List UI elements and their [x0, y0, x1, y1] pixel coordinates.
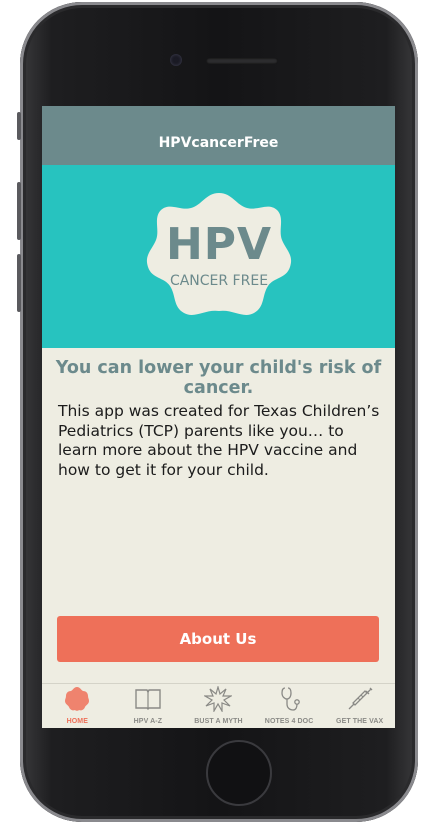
tab-get-the-vax[interactable]: GET THE VAX [324, 684, 395, 728]
volume-down-button [17, 254, 21, 312]
tab-label-notes-4-doc: NOTES 4 DOC [264, 718, 314, 725]
tab-label-bust-a-myth: BUST A MYTH [194, 718, 243, 725]
flower-icon [63, 686, 91, 712]
stethoscope-icon [275, 686, 303, 712]
headline: You can lower your child's risk of cance… [55, 358, 382, 398]
tab-notes-4-doc[interactable]: NOTES 4 DOC [254, 684, 325, 728]
intro-paragraph: This app was created for Texas Children’… [58, 402, 380, 479]
nav-bar: HPVcancerFree [42, 106, 395, 165]
nav-title: HPVcancerFree [158, 134, 279, 151]
tab-label-hpv-a-z: HPV A-Z [133, 718, 163, 725]
mute-switch [17, 112, 21, 140]
burst-icon [204, 686, 233, 712]
book-icon [134, 686, 162, 712]
hpv-logo: HPV CANCER FREE [144, 189, 294, 321]
tab-hpv-a-z[interactable]: HPV A-Z [113, 684, 184, 728]
syringe-icon [346, 686, 374, 712]
app-screen: HPVcancerFree HPV CANCER FREE You can lo… [42, 106, 395, 728]
home-button[interactable] [206, 740, 272, 806]
logo-sub-text: CANCER FREE [169, 273, 269, 289]
tab-label-get-the-vax: GET THE VAX [336, 718, 384, 725]
logo-main-text: HPV [165, 219, 273, 270]
earpiece-speaker [206, 58, 278, 64]
tab-bar: HOME HPV A-Z BUST A MYTH NOTES 4 DOC GET… [42, 683, 395, 728]
about-us-button[interactable]: About Us [57, 616, 379, 662]
tab-home[interactable]: HOME [42, 684, 113, 728]
tab-label-home: HOME [66, 718, 88, 725]
hero-banner: HPV CANCER FREE [42, 165, 395, 348]
front-camera [170, 54, 182, 66]
volume-up-button [17, 182, 21, 240]
tab-bust-a-myth[interactable]: BUST A MYTH [183, 684, 254, 728]
